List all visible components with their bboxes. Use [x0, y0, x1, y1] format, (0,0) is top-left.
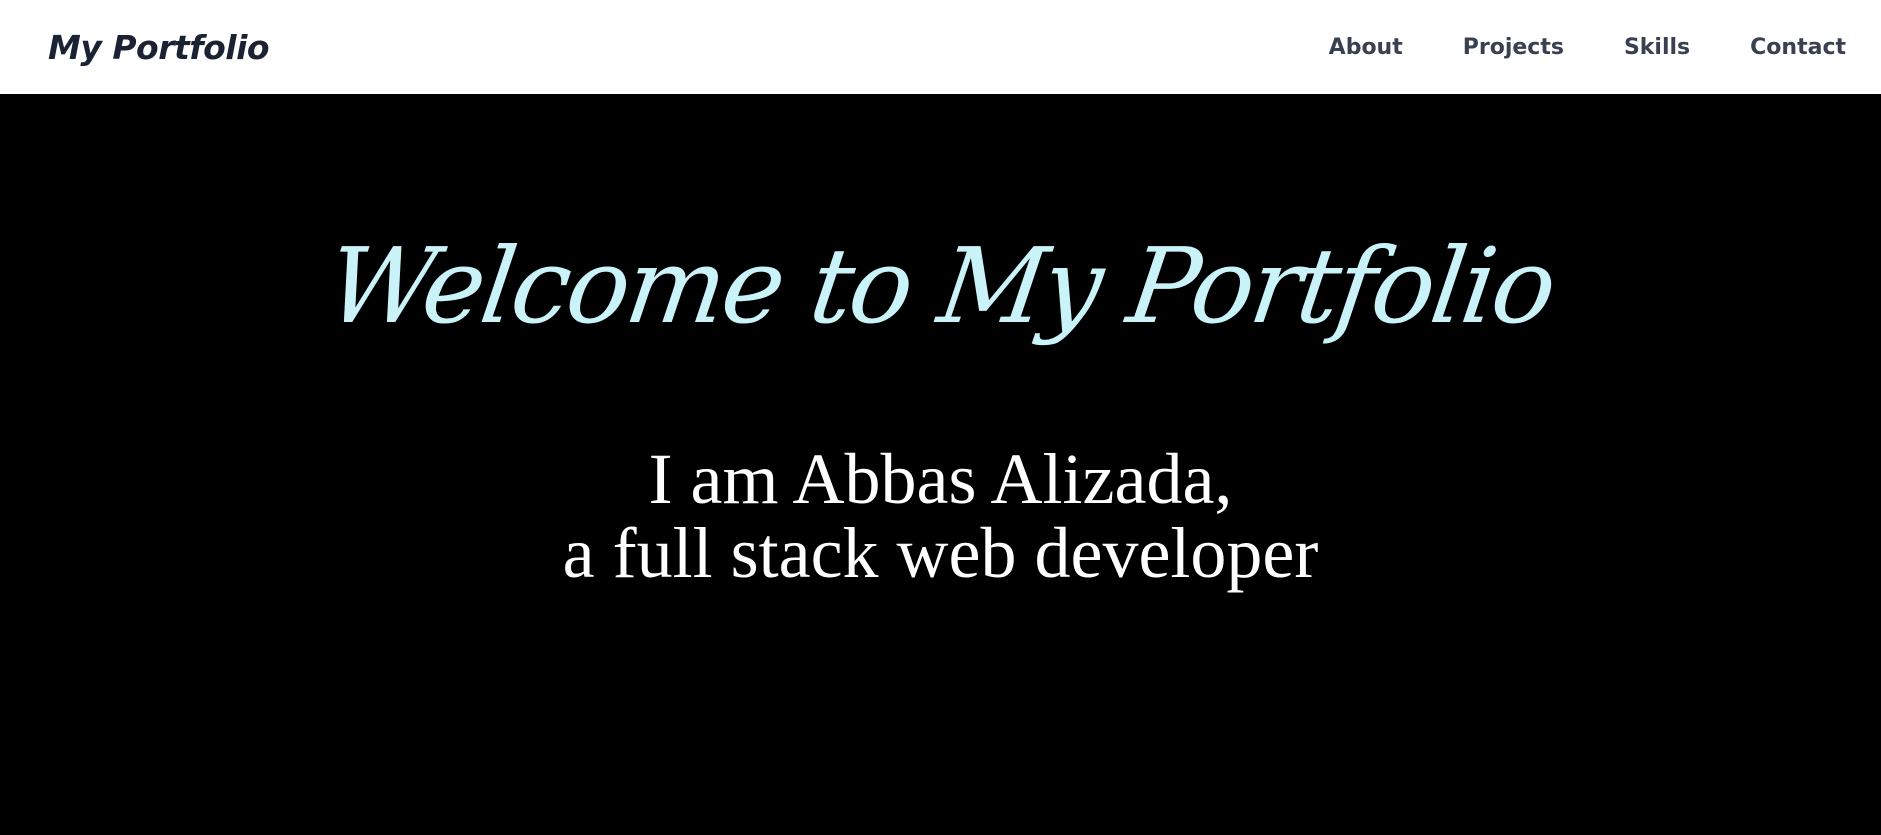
nav-link-about[interactable]: About — [1329, 35, 1403, 60]
nav-link-contact[interactable]: Contact — [1750, 35, 1846, 60]
nav-links: About Projects Skills Contact — [1329, 35, 1846, 60]
hero-subtitle: I am Abbas Alizada, a full stack web dev… — [0, 442, 1881, 590]
hero-section: Welcome to My Portfolio I am Abbas Aliza… — [0, 94, 1881, 835]
nav-link-projects[interactable]: Projects — [1463, 35, 1564, 60]
hero-subtitle-line-1: I am Abbas Alizada, — [648, 439, 1233, 519]
hero-subtitle-line-2: a full stack web developer — [562, 513, 1319, 593]
nav-link-skills[interactable]: Skills — [1624, 35, 1690, 60]
hero-title: Welcome to My Portfolio — [319, 225, 1562, 347]
navbar: My Portfolio About Projects Skills Conta… — [0, 0, 1881, 94]
brand-logo-link[interactable]: My Portfolio — [48, 28, 270, 67]
